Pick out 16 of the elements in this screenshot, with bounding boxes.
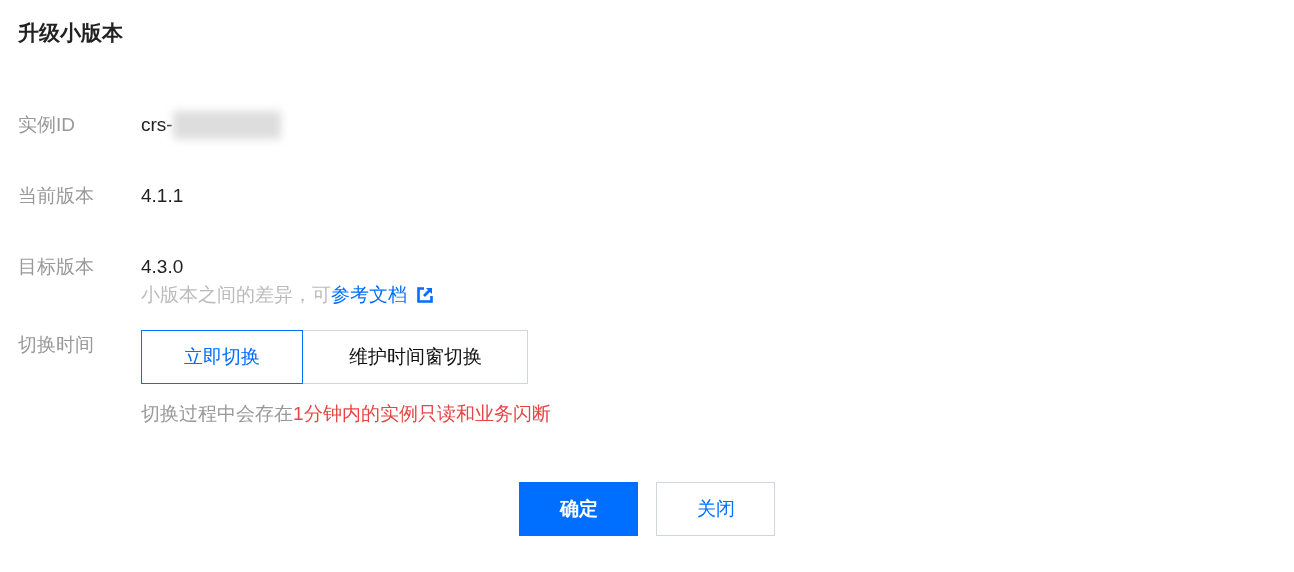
confirm-button[interactable]: 确定 bbox=[519, 482, 638, 536]
hint-text: 小版本之间的差异，可 bbox=[141, 283, 331, 307]
field-label: 实例ID bbox=[18, 113, 76, 137]
close-button[interactable]: 关闭 bbox=[656, 482, 775, 536]
field-label: 目标版本 bbox=[18, 255, 95, 279]
dialog-title: 升级小版本 bbox=[18, 20, 124, 46]
external-link-icon bbox=[417, 287, 433, 303]
segment-tab[interactable]: 维护时间窗切换 bbox=[302, 330, 528, 384]
field-label: 切换时间 bbox=[18, 333, 95, 357]
field-value: 4.3.0 bbox=[141, 255, 184, 279]
field-value: crs- bbox=[141, 113, 173, 137]
field-value: 4.1.1 bbox=[141, 184, 184, 208]
segment-tab[interactable]: 立即切换 bbox=[141, 330, 303, 384]
docs-link[interactable]: 参考文档 bbox=[331, 282, 407, 308]
field-label: 当前版本 bbox=[18, 184, 95, 208]
warning-note: 切换过程中会存在1分钟内的实例只读和业务闪断 bbox=[141, 402, 551, 426]
